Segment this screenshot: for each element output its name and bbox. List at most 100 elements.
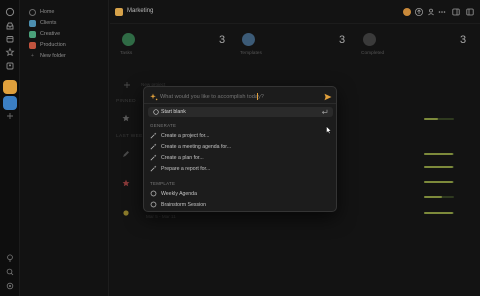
ai-prompt-modal: Start blank GENERATE Create a project fo… — [143, 86, 337, 212]
option-label: Create a meeting agenda for... — [161, 143, 232, 150]
option-label: Create a project for... — [161, 132, 210, 139]
progress-fill — [424, 166, 453, 168]
date-range: Mar 5 - Mar 11 — [146, 214, 176, 219]
tasks-icon — [122, 33, 135, 46]
sidebar-item-label: Production — [40, 42, 66, 48]
workspace-icon[interactable] — [3, 80, 17, 94]
progress-fill — [424, 118, 438, 120]
sidebar-item-label: Creative — [40, 31, 61, 37]
sidebar-item-creative[interactable]: Creative — [29, 29, 60, 39]
circle-icon — [153, 109, 159, 115]
sidebar-toggle-icon[interactable] — [465, 7, 475, 17]
generate-option-agenda[interactable]: Create a meeting agenda for... — [150, 142, 231, 151]
sidebar-item-home[interactable]: Home — [29, 7, 54, 17]
badge-icon — [121, 178, 131, 188]
magic-wand-icon — [150, 165, 157, 172]
plus-icon: + — [31, 53, 34, 59]
magic-wand-icon — [150, 143, 157, 150]
progress-fill — [424, 212, 453, 214]
progress-fill — [424, 181, 453, 183]
prompt-input[interactable] — [160, 93, 318, 101]
stat-count: 3 — [219, 34, 226, 46]
top-bar: Marketing — [110, 0, 480, 24]
sidebar-item-clients[interactable]: Clients — [29, 18, 56, 28]
calendar-icon[interactable] — [5, 34, 15, 44]
inbox-icon[interactable] — [5, 21, 15, 31]
completed-icon — [363, 33, 376, 46]
stat-completed[interactable]: Completed 3 — [361, 30, 473, 58]
app-rail — [0, 0, 20, 296]
user-avatar-icon[interactable] — [402, 7, 412, 17]
stat-label: Tasks — [120, 51, 133, 56]
option-label: Create a plan for... — [161, 154, 204, 161]
plus-icon[interactable] — [122, 80, 132, 90]
progress-bar — [424, 196, 454, 198]
people-icon[interactable] — [426, 7, 436, 17]
text-caret — [257, 93, 258, 100]
stat-count: 3 — [460, 34, 467, 46]
sidebar-item-label: Clients — [40, 20, 57, 26]
settings-icon[interactable] — [5, 281, 15, 291]
search-icon[interactable] — [5, 267, 15, 277]
template-option-brainstorm[interactable]: Brainstorm Session — [150, 200, 206, 209]
generate-option-plan[interactable]: Create a plan for... — [150, 153, 204, 162]
divider — [144, 103, 336, 104]
start-blank-label: Start blank — [161, 109, 186, 115]
send-icon[interactable] — [324, 93, 332, 101]
progress-fill — [424, 153, 453, 155]
sun-icon — [121, 208, 131, 218]
option-label: Brainstorm Session — [161, 201, 206, 208]
share-icon[interactable] — [414, 7, 424, 17]
stat-label: Completed — [361, 51, 385, 56]
mouse-cursor-icon — [326, 126, 332, 134]
add-workspace-icon[interactable] — [5, 111, 15, 121]
pencil-icon — [121, 149, 131, 159]
circle-icon — [150, 201, 157, 208]
template-section-label: TEMPLATE — [150, 181, 176, 186]
progress-fill — [424, 196, 442, 198]
template-option-weekly-agenda[interactable]: Weekly Agenda — [150, 189, 197, 198]
magic-wand-icon — [150, 154, 157, 161]
magic-wand-icon — [150, 132, 157, 139]
sidebar-item-label: New folder — [40, 53, 66, 59]
more-icon[interactable] — [437, 7, 447, 17]
progress-bar — [424, 166, 454, 168]
progress-bar — [424, 212, 454, 214]
stat-label: Templates — [240, 51, 262, 56]
sidebar-item-label: Home — [40, 9, 55, 15]
progress-bar — [424, 118, 454, 120]
bulb-icon[interactable] — [5, 253, 15, 263]
sidebar: Home Clients Creative Production + New f… — [21, 0, 109, 296]
home-icon — [29, 8, 36, 16]
workspace-title: Marketing — [127, 8, 154, 14]
star-icon — [121, 113, 131, 123]
sidebar-item-new-folder[interactable]: + New folder — [29, 51, 66, 61]
folder-icon — [29, 41, 36, 49]
enter-key-icon — [321, 109, 328, 115]
sparkle-icon — [150, 93, 158, 101]
section-label: LAST WEEK — [116, 134, 147, 139]
panel-icon[interactable] — [451, 7, 461, 17]
circle-icon[interactable] — [5, 7, 15, 17]
stat-tasks[interactable]: Tasks 3 — [120, 30, 232, 58]
generate-section-label: GENERATE — [150, 123, 177, 128]
folder-icon — [29, 30, 36, 38]
section-label: PINNED — [116, 99, 136, 104]
sidebar-item-production[interactable]: Production — [29, 40, 66, 50]
start-blank-option[interactable]: Start blank — [148, 107, 333, 117]
workspace-badge — [115, 8, 123, 16]
star-icon[interactable] — [5, 47, 15, 57]
templates-icon — [242, 33, 255, 46]
contacts-icon[interactable] — [5, 61, 15, 71]
stat-count: 3 — [339, 34, 346, 46]
progress-bar — [424, 181, 454, 183]
option-label: Weekly Agenda — [161, 190, 197, 197]
generate-option-report[interactable]: Prepare a report for... — [150, 164, 210, 173]
generate-option-project[interactable]: Create a project for... — [150, 131, 209, 140]
prompt-row — [150, 91, 332, 103]
folder-icon — [29, 19, 36, 27]
stat-templates[interactable]: Templates 3 — [240, 30, 352, 58]
option-label: Prepare a report for... — [161, 165, 211, 172]
workspace-secondary-icon[interactable] — [3, 96, 17, 110]
circle-icon — [150, 190, 157, 197]
